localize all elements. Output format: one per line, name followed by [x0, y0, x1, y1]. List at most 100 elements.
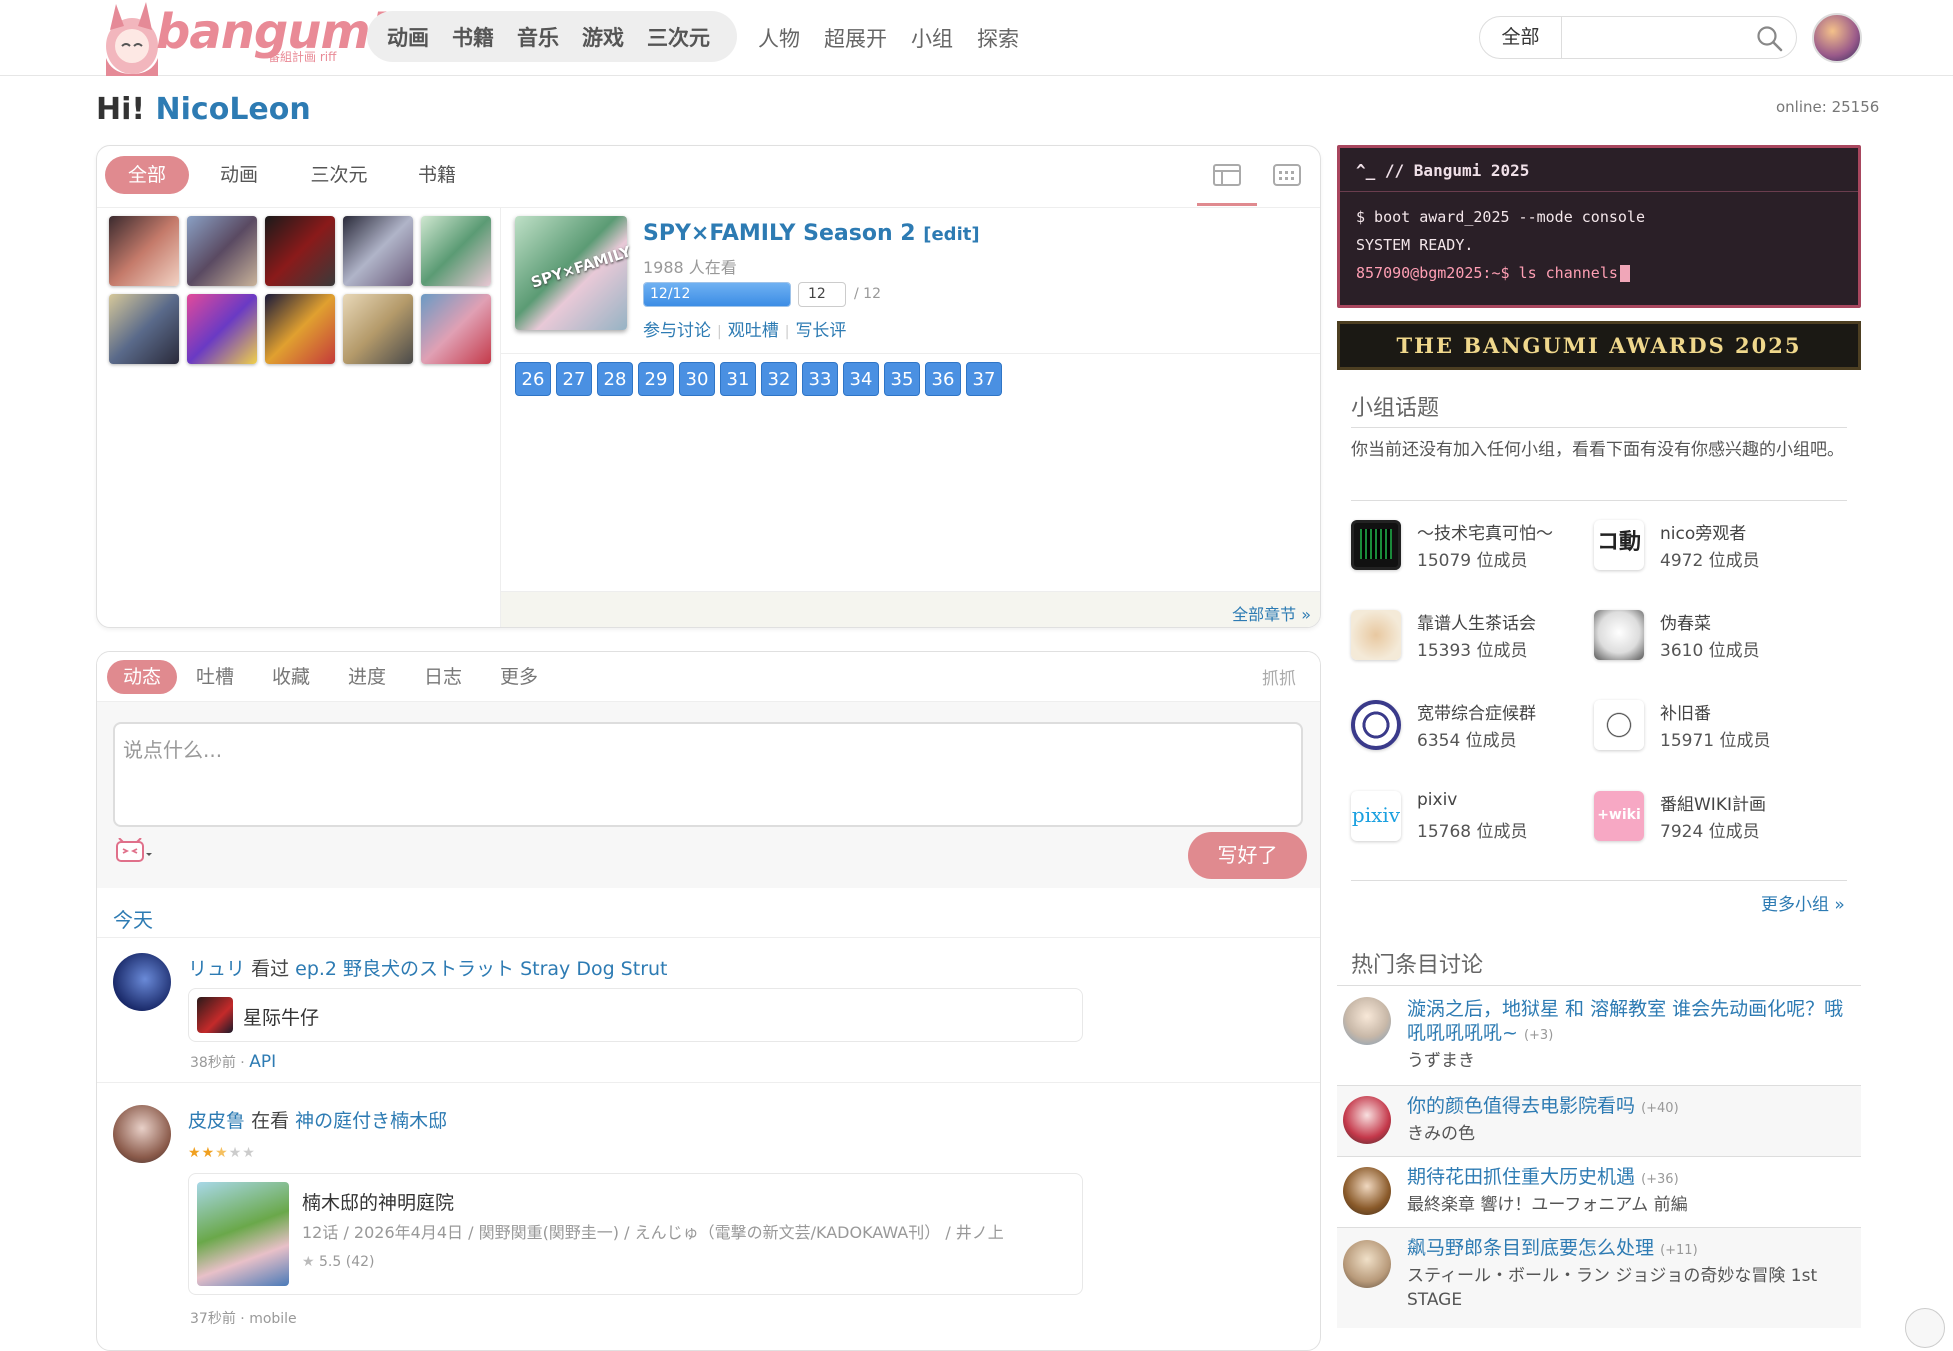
user-avatar[interactable] [1812, 13, 1862, 63]
episode-button[interactable]: 35 [884, 362, 920, 396]
group-item[interactable]: 补旧番 15971 位成员 [1594, 695, 1824, 757]
episode-button[interactable]: 32 [761, 362, 797, 396]
group-item[interactable]: +wiki 番組WIKI計画 7924 位成员 [1594, 786, 1824, 848]
timeline-avatar[interactable] [113, 1105, 171, 1163]
subject-thumb[interactable] [265, 294, 335, 364]
nav-music[interactable]: 音乐 [517, 22, 559, 52]
award-banner[interactable]: THE BANGUMI AWARDS 2025 [1337, 321, 1861, 370]
nav-game[interactable]: 游戏 [582, 22, 624, 52]
tab-all[interactable]: 全部 [105, 156, 189, 194]
episode-button[interactable]: 34 [843, 362, 879, 396]
nav-groups[interactable]: 小组 [911, 23, 953, 53]
timeline-subject-card[interactable]: 星际牛仔 [188, 988, 1083, 1042]
episode-button[interactable]: 29 [638, 362, 674, 396]
group-item[interactable]: コ動 nico旁观者 4972 位成员 [1594, 515, 1824, 577]
group-item[interactable]: 伪春菜 3610 位成员 [1594, 605, 1824, 667]
episode-button[interactable]: 36 [925, 362, 961, 396]
emoji-icon[interactable] [115, 837, 153, 864]
edit-link[interactable]: [edit] [923, 224, 979, 245]
more-groups-link[interactable]: 更多小组 » [1761, 890, 1845, 915]
hot-topic-title[interactable]: 漩涡之后，地狱星 和 溶解教室 谁会先动画化呢？哦吼吼吼吼吼~ (+3) [1407, 997, 1847, 1048]
subject-thumb[interactable] [265, 216, 335, 286]
timeline-user-link[interactable]: リュリ [188, 958, 245, 980]
username-link[interactable]: NicoLeon [156, 92, 311, 127]
hot-topic-title-text[interactable]: 期待花田抓住重大历史机遇 [1407, 1166, 1635, 1188]
award-terminal[interactable]: ^_ // Bangumi 2025 $ boot award_2025 --m… [1337, 145, 1861, 308]
subject-thumb[interactable] [109, 294, 179, 364]
episode-button[interactable]: 33 [802, 362, 838, 396]
review-link[interactable]: 写长评 [795, 321, 846, 341]
episode-button[interactable]: 30 [679, 362, 715, 396]
subject-thumb[interactable] [421, 294, 491, 364]
timeline-source-link[interactable]: API [249, 1052, 276, 1072]
episode-button[interactable]: 26 [515, 362, 551, 396]
timeline-subject-card[interactable]: 楠木邸的神明庭院 12话 / 2026年4月4日 / 関野関重(関野圭一) / … [188, 1173, 1083, 1295]
search-input[interactable] [1570, 23, 1750, 52]
layout-grid-icon[interactable] [1272, 163, 1302, 187]
episode-input[interactable]: 12 [798, 282, 846, 307]
tab-say[interactable]: 吐槽 [183, 660, 247, 694]
nav-rakuen[interactable]: 超展开 [824, 23, 887, 53]
hot-topic-avatar[interactable] [1343, 1096, 1391, 1144]
help-float-button[interactable] [1905, 1308, 1945, 1348]
group-item[interactable]: pixiv pixiv 15768 位成员 [1351, 786, 1581, 848]
hot-topic-subject[interactable]: 最終楽章 響け！ユーフォニアム 前編 [1407, 1193, 1847, 1217]
episode-button[interactable]: 27 [556, 362, 592, 396]
group-item[interactable]: 靠谱人生茶话会 15393 位成员 [1351, 605, 1581, 667]
subject-thumb[interactable] [187, 294, 257, 364]
nav-real[interactable]: 三次元 [647, 22, 710, 52]
comments-link[interactable]: 观吐槽 [728, 321, 779, 341]
tab-activity[interactable]: 动态 [107, 660, 177, 694]
subject-cover[interactable]: SPY×FAMILY [515, 216, 633, 330]
nav-explore[interactable]: 探索 [977, 23, 1019, 53]
grab-button[interactable]: 抓抓 [1262, 664, 1296, 689]
subject-title-text[interactable]: SPY×FAMILY Season 2 [643, 221, 916, 246]
hot-topic-title-text[interactable]: 你的颜色值得去电影院看吗 [1407, 1095, 1635, 1117]
hot-topic[interactable]: 漩涡之后，地狱星 和 溶解教室 谁会先动画化呢？哦吼吼吼吼吼~ (+3) うずま… [1337, 993, 1861, 1085]
hot-topic[interactable]: 飙马野郎条目到底要怎么处理 (+11) スティール・ボール・ラン ジョジョの奇妙… [1337, 1228, 1861, 1328]
episode-button[interactable]: 37 [966, 362, 1002, 396]
submit-post-button[interactable]: 写好了 [1188, 832, 1307, 879]
hot-topic[interactable]: 期待花田抓住重大历史机遇 (+36) 最終楽章 響け！ユーフォニアム 前編 [1337, 1157, 1861, 1227]
hot-topic-avatar[interactable] [1343, 1240, 1391, 1288]
search-category-select[interactable]: 全部 [1480, 17, 1562, 58]
tab-book[interactable]: 书籍 [395, 156, 479, 194]
hot-topic-subject[interactable]: うずまき [1407, 1049, 1847, 1073]
hot-topic-subject[interactable]: スティール・ボール・ラン ジョジョの奇妙な冒険 1st STAGE [1407, 1264, 1847, 1312]
subject-title[interactable]: SPY×FAMILY Season 2 [edit] [643, 221, 980, 246]
group-item[interactable]: 宽带综合症候群 6354 位成员 [1351, 695, 1581, 757]
discuss-link[interactable]: 参与讨论 [643, 321, 711, 341]
post-textarea[interactable]: 说点什么... [113, 722, 1303, 827]
tab-blog[interactable]: 日志 [411, 660, 475, 694]
hot-topic-subject[interactable]: きみの色 [1407, 1122, 1847, 1146]
timeline-target-link[interactable]: 神の庭付き楠木邸 [295, 1110, 447, 1132]
hot-topic-title-text[interactable]: 飙马野郎条目到底要怎么处理 [1407, 1237, 1654, 1259]
hot-topic-avatar[interactable] [1343, 997, 1391, 1045]
tab-more[interactable]: 更多 [487, 660, 551, 694]
hot-topic[interactable]: 你的颜色值得去电影院看吗 (+40) きみの色 [1337, 1086, 1861, 1156]
hot-topic-title[interactable]: 期待花田抓住重大历史机遇 (+36) [1407, 1165, 1847, 1192]
hot-topic-title-text[interactable]: 漩涡之后，地狱星 和 溶解教室 谁会先动画化呢？哦吼吼吼吼吼~ [1407, 998, 1843, 1044]
hot-topic-avatar[interactable] [1343, 1167, 1391, 1215]
subject-thumb[interactable] [343, 294, 413, 364]
subject-thumb[interactable] [343, 216, 413, 286]
episode-button[interactable]: 28 [597, 362, 633, 396]
tab-progress[interactable]: 进度 [335, 660, 399, 694]
timeline-user-link[interactable]: 皮皮鲁 [188, 1110, 245, 1132]
subject-thumb[interactable] [109, 216, 179, 286]
episode-button[interactable]: 31 [720, 362, 756, 396]
timeline-avatar[interactable] [113, 953, 171, 1011]
nav-book[interactable]: 书籍 [452, 22, 494, 52]
subject-thumb[interactable] [187, 216, 257, 286]
nav-anime[interactable]: 动画 [387, 22, 429, 52]
all-episodes-link[interactable]: 全部章节 » [1232, 601, 1311, 625]
tab-real[interactable]: 三次元 [289, 156, 389, 194]
tab-collect[interactable]: 收藏 [259, 660, 323, 694]
group-item[interactable]: ～技术宅真可怕～ 15079 位成员 [1351, 515, 1581, 577]
layout-list-icon[interactable] [1212, 163, 1242, 187]
tab-anime[interactable]: 动画 [197, 156, 281, 194]
hot-topic-title[interactable]: 你的颜色值得去电影院看吗 (+40) [1407, 1094, 1847, 1121]
subject-thumb[interactable] [421, 216, 491, 286]
hot-topic-title[interactable]: 飙马野郎条目到底要怎么处理 (+11) [1407, 1236, 1847, 1263]
timeline-target-link[interactable]: ep.2 野良犬のストラット Stray Dog Strut [295, 958, 667, 980]
